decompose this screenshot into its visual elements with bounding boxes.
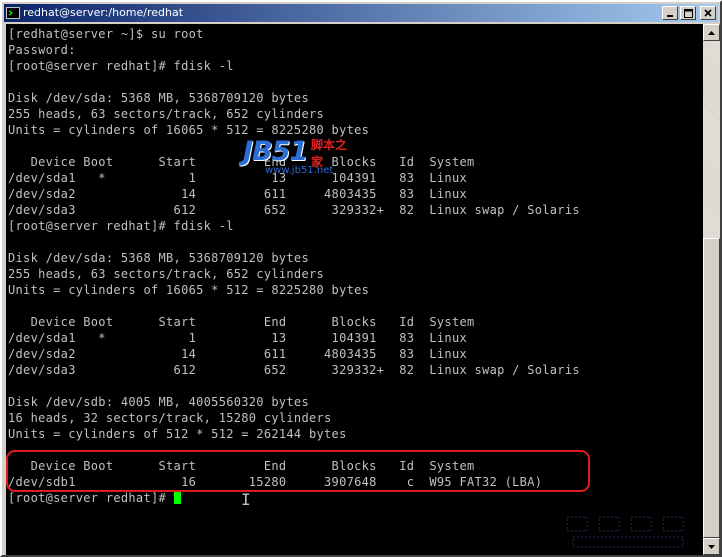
terminal-line: Units = cylinders of 16065 * 512 = 82252… <box>8 283 370 297</box>
terminal-lines: [redhat@server ~]$ su root Password: [root… <box>8 26 580 506</box>
red-annotation-box <box>6 450 590 492</box>
terminal-line: /dev/sda2 14 611 4803435 83 Linux <box>8 187 468 201</box>
terminal-line: [root@server redhat]# fdisk -l <box>8 59 234 73</box>
prompt-line[interactable]: [root@server redhat]# <box>8 490 580 506</box>
window-controls <box>662 6 716 20</box>
scroll-down-button[interactable] <box>703 538 720 555</box>
terminal-line: /dev/sda3 612 652 329332+ 82 Linux swap … <box>8 363 580 377</box>
terminal-line: Disk /dev/sda: 5368 MB, 5368709120 bytes <box>8 251 309 265</box>
scrollbar-thumb[interactable] <box>703 238 720 538</box>
terminal-app-icon <box>6 6 20 20</box>
close-button[interactable] <box>700 6 716 20</box>
terminal-output[interactable]: [redhat@server ~]$ su root Password: [root… <box>6 24 703 555</box>
terminal-line: Password: <box>8 43 76 57</box>
watermark-logo-text: JB51 <box>243 136 308 167</box>
watermark-url: www.jb51.net <box>265 165 334 176</box>
terminal-line: 255 heads, 63 sectors/track, 652 cylinde… <box>8 267 325 281</box>
scroll-up-button[interactable] <box>703 24 720 41</box>
arrow-down-icon <box>708 544 715 549</box>
terminal-line: Disk /dev/sda: 5368 MB, 5368709120 bytes <box>8 91 309 105</box>
terminal-line: /dev/sda2 14 611 4803435 83 Linux <box>8 347 468 361</box>
close-icon <box>704 9 712 17</box>
maximize-icon <box>683 8 693 18</box>
vertical-scrollbar[interactable] <box>703 24 720 555</box>
terminal-line: [redhat@server ~]$ su root <box>8 27 204 41</box>
watermark-logo: JB51 脚本之家 www.jb51.net <box>243 136 353 180</box>
terminal-line: Units = cylinders of 512 * 512 = 262144 … <box>8 427 347 441</box>
terminal-line: Device Boot Start End Blocks Id System <box>8 315 475 329</box>
terminal-cursor <box>173 491 181 504</box>
text-cursor-icon: I <box>241 490 251 509</box>
terminal-line: [root@server redhat]# fdisk -l <box>8 219 234 233</box>
minimize-icon <box>667 15 673 17</box>
corner-watermark-icon <box>566 516 684 548</box>
terminal-line: /dev/sda3 612 652 329332+ 82 Linux swap … <box>8 203 580 217</box>
terminal-window: redhat@server:/home/redhat [redhat@serve… <box>0 0 722 557</box>
title-bar[interactable]: redhat@server:/home/redhat <box>4 4 718 22</box>
shell-prompt: [root@server redhat]# <box>8 491 174 505</box>
window-title: redhat@server:/home/redhat <box>23 6 184 19</box>
terminal-line: 255 heads, 63 sectors/track, 652 cylinde… <box>8 107 325 121</box>
minimize-button[interactable] <box>662 6 678 20</box>
maximize-button[interactable] <box>680 6 696 20</box>
terminal-line: 16 heads, 32 sectors/track, 15280 cylind… <box>8 411 332 425</box>
arrow-up-icon <box>708 30 715 35</box>
terminal-line: /dev/sda1 * 1 13 104391 83 Linux <box>8 331 468 345</box>
terminal-line: Disk /dev/sdb: 4005 MB, 4005560320 bytes <box>8 395 309 409</box>
